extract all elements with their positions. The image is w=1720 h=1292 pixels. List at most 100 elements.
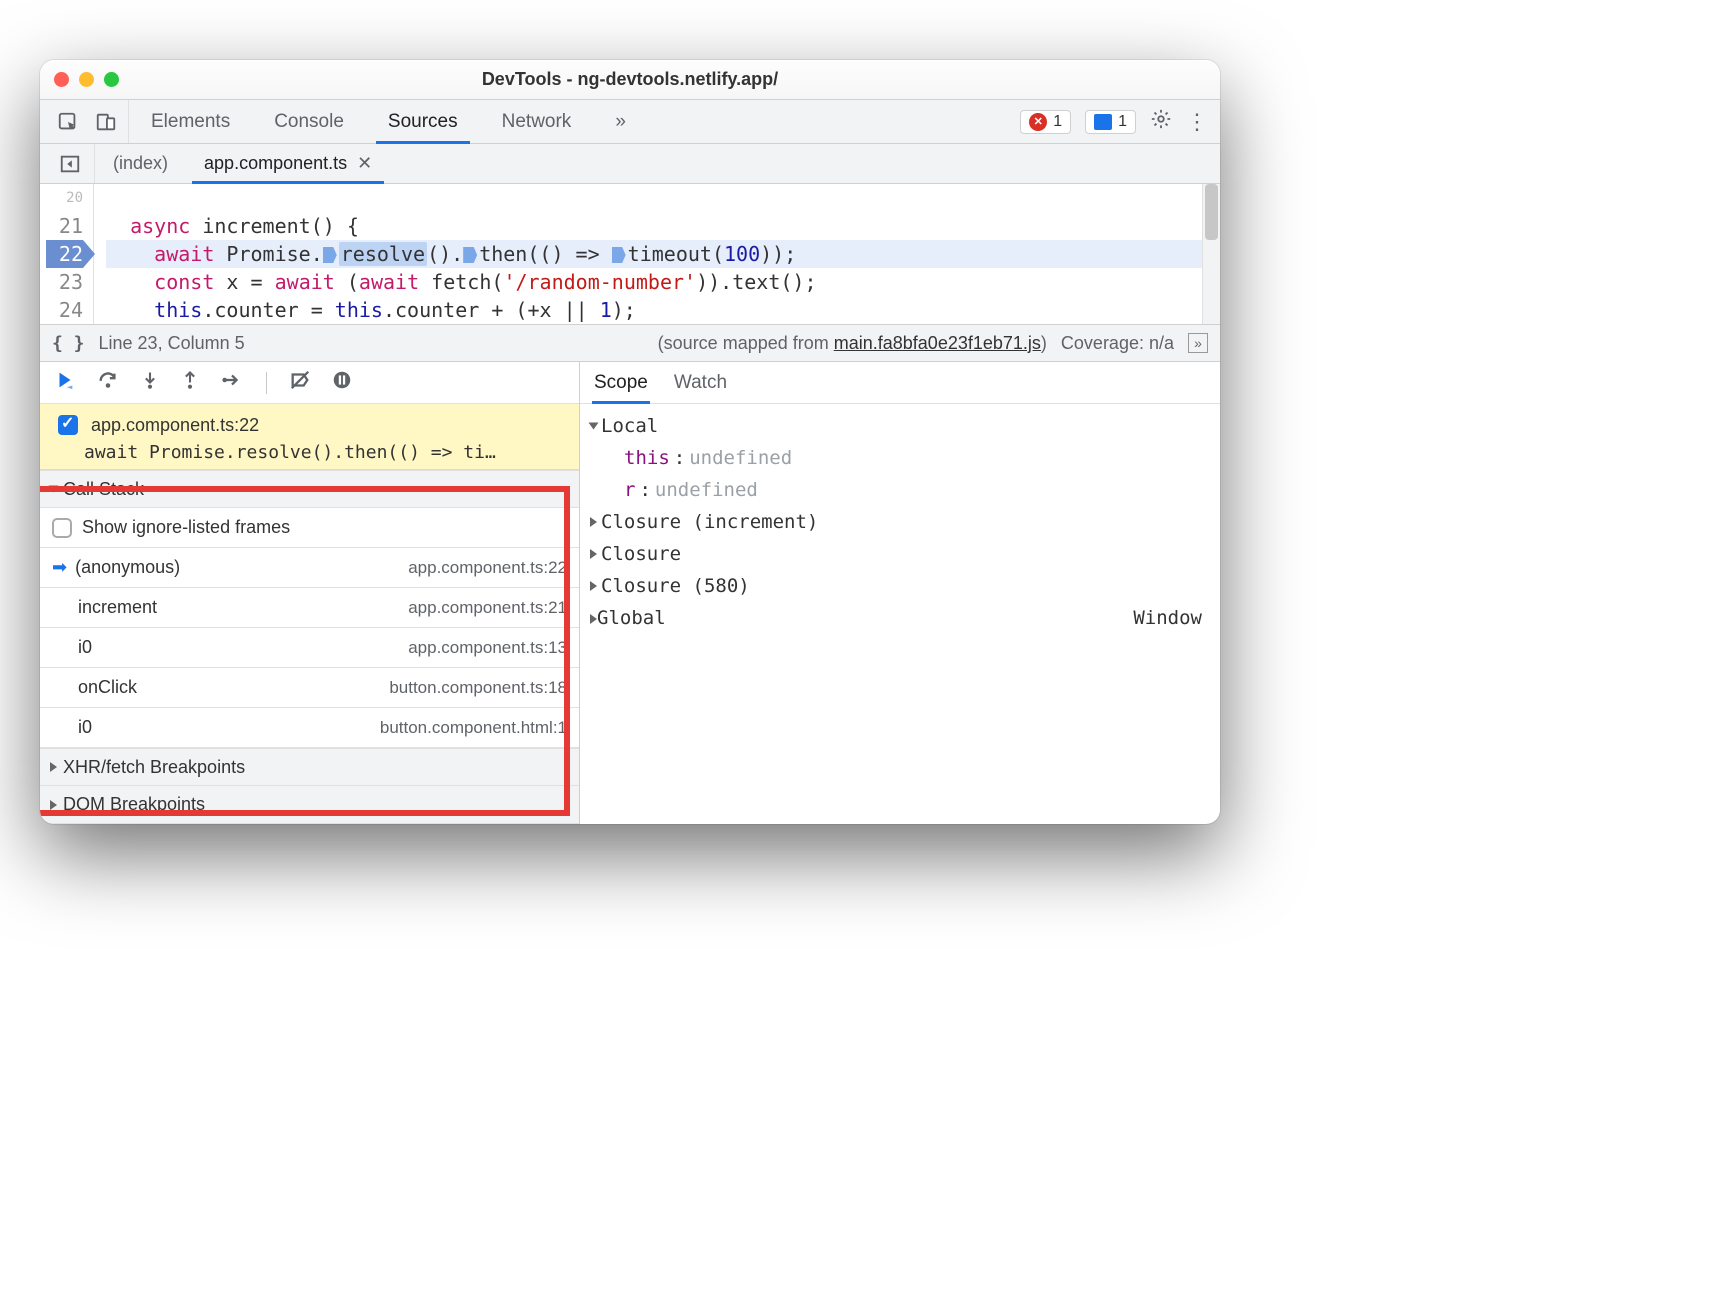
step-marker-icon [323, 247, 337, 263]
scope-panel: Local this: undefined r: undefined Closu… [580, 404, 1220, 648]
stack-frame-location: app.component.ts:22 [408, 558, 567, 578]
more-tabs-button[interactable]: » [593, 100, 648, 143]
chevron-down-icon [49, 486, 59, 493]
show-ignored-frames-row[interactable]: Show ignore-listed frames [40, 508, 579, 548]
stack-frame-location: button.component.html:1 [380, 718, 567, 738]
traffic-lights [54, 72, 119, 87]
scope-closure-increment[interactable]: Closure (increment) [590, 506, 1206, 538]
call-stack-frame[interactable]: ➡ (anonymous) app.component.ts:22 [40, 548, 579, 588]
file-tab-app-component[interactable]: app.component.ts ✕ [186, 144, 390, 183]
tab-watch[interactable]: Watch [674, 362, 727, 403]
messages-badge[interactable]: 1 [1085, 110, 1136, 134]
code-line-22-paused: await Promise.resolve().then(() => timeo… [106, 240, 1220, 268]
call-stack-frame[interactable]: incrementapp.component.ts:21 [40, 588, 579, 628]
file-tab-label: app.component.ts [204, 153, 347, 174]
editor-scrollbar[interactable] [1202, 184, 1220, 324]
cursor-position: Line 23, Column 5 [99, 333, 245, 354]
collapse-sidebar-icon[interactable]: » [1188, 333, 1208, 353]
minimize-window-button[interactable] [79, 72, 94, 87]
source-map-info: (source mapped from main.fa8bfa0e23f1eb7… [658, 333, 1047, 354]
stack-frame-location: app.component.ts:13 [408, 638, 567, 658]
call-stack-header[interactable]: Call Stack [40, 470, 579, 508]
debugger-pane: app.component.ts:22 await Promise.resolv… [40, 362, 1220, 824]
chevron-right-icon [590, 517, 597, 527]
tab-elements[interactable]: Elements [129, 100, 252, 143]
xhr-breakpoints-header[interactable]: XHR/fetch Breakpoints [40, 748, 579, 786]
zoom-window-button[interactable] [104, 72, 119, 87]
paused-info-panel: app.component.ts:22 await Promise.resolv… [40, 404, 579, 470]
editor-status-bar: { } Line 23, Column 5 (source mapped fro… [40, 324, 1220, 362]
chevron-down-icon [589, 423, 599, 430]
line-gutter: 20 21 22 23 24 [40, 184, 94, 324]
stack-frame-location: app.component.ts:21 [408, 598, 567, 618]
pause-on-exceptions-button[interactable] [331, 369, 353, 397]
error-count-badge[interactable]: 1 [1020, 110, 1071, 134]
dom-breakpoints-header[interactable]: DOM Breakpoints [40, 786, 579, 824]
message-count: 1 [1118, 113, 1127, 131]
stack-frame-name: onClick [78, 677, 137, 698]
code-line-23: const x = await (await fetch('/random-nu… [106, 268, 1220, 296]
tab-console[interactable]: Console [252, 100, 366, 143]
pretty-print-button[interactable]: { } [52, 333, 85, 354]
call-stack-frame[interactable]: i0 button.component.html:1 [40, 708, 579, 748]
debugger-left: app.component.ts:22 await Promise.resolv… [40, 362, 580, 824]
tab-sources[interactable]: Sources [366, 100, 480, 143]
debug-controls [40, 362, 579, 404]
step-over-button[interactable] [96, 369, 120, 397]
close-window-button[interactable] [54, 72, 69, 87]
code-line-21: async increment() { [106, 212, 1220, 240]
tab-scope[interactable]: Scope [594, 362, 648, 403]
source-map-link[interactable]: main.fa8bfa0e23f1eb71.js [834, 333, 1041, 353]
scope-local-header[interactable]: Local [590, 410, 1206, 442]
stack-frame-name: i0 [78, 717, 92, 738]
step-button[interactable] [220, 369, 244, 397]
call-stack-frame[interactable]: i0 app.component.ts:13 [40, 628, 579, 668]
tab-network[interactable]: Network [480, 100, 594, 143]
scope-var-r[interactable]: r: undefined [590, 474, 1206, 506]
scope-global[interactable]: Global Window [590, 602, 1206, 634]
call-stack-frame[interactable]: onClick button.component.ts:18 [40, 668, 579, 708]
navigator-toggle-icon[interactable] [56, 150, 84, 178]
coverage-info: Coverage: n/a [1061, 333, 1174, 354]
step-into-button[interactable] [140, 369, 160, 397]
paused-location[interactable]: app.component.ts:22 [91, 415, 259, 436]
main-tabs: Elements Console Sources Network » [129, 100, 1008, 143]
code-line-20 [106, 184, 1220, 212]
checkbox-unchecked-icon[interactable] [52, 518, 72, 538]
code-editor[interactable]: 20 21 22 23 24 async increment() { await… [40, 184, 1220, 324]
chevron-right-icon [590, 614, 597, 624]
devtools-tabstrip: Elements Console Sources Network » 1 1 ⋮ [40, 100, 1220, 144]
step-out-button[interactable] [180, 369, 200, 397]
error-count: 1 [1053, 113, 1062, 131]
chevron-right-icon [50, 762, 57, 772]
resume-button[interactable] [54, 369, 76, 397]
titlebar: DevTools - ng-devtools.netlify.app/ [40, 60, 1220, 100]
chevron-right-icon [590, 581, 597, 591]
scope-closure[interactable]: Closure [590, 538, 1206, 570]
stack-frame-location: button.component.ts:18 [389, 678, 567, 698]
window-title: DevTools - ng-devtools.netlify.app/ [40, 69, 1220, 90]
deactivate-breakpoints-button[interactable] [289, 369, 311, 397]
stack-frame-name: i0 [78, 637, 92, 658]
scope-var-this[interactable]: this: undefined [590, 442, 1206, 474]
file-tab-index[interactable]: (index) [95, 144, 186, 183]
stack-frame-name: (anonymous) [75, 557, 180, 578]
code-line-24: this.counter = this.counter + (+x || 1); [106, 296, 1220, 324]
breakpoint-enabled-checkbox[interactable] [58, 415, 78, 435]
current-frame-arrow-icon: ➡ [52, 557, 67, 578]
debugger-right: Scope Watch Local this: undefined r: und… [580, 362, 1220, 824]
code-body: async increment() { await Promise.resolv… [94, 184, 1220, 324]
settings-gear-icon[interactable] [1150, 108, 1172, 136]
error-icon [1029, 113, 1047, 131]
inspect-element-icon[interactable] [54, 108, 82, 136]
scope-closure-580[interactable]: Closure (580) [590, 570, 1206, 602]
devtools-window: DevTools - ng-devtools.netlify.app/ Elem… [40, 60, 1220, 824]
kebab-menu-icon[interactable]: ⋮ [1186, 109, 1208, 135]
step-marker-icon [612, 247, 626, 263]
close-tab-icon[interactable]: ✕ [357, 153, 372, 174]
file-tabs: (index) app.component.ts ✕ [40, 144, 1220, 184]
chevron-right-icon [50, 800, 57, 810]
scope-watch-tabs: Scope Watch [580, 362, 1220, 404]
message-icon [1094, 114, 1112, 130]
device-toolbar-icon[interactable] [92, 108, 120, 136]
